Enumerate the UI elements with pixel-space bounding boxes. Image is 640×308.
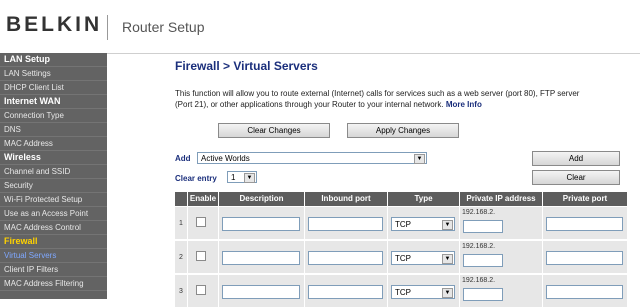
table-header-description: Description [219,192,305,206]
private-ip-prefix: 192.168.2. [462,277,496,284]
clear-button[interactable]: Clear [532,170,620,185]
sidebar-item-connection-type[interactable]: Connection Type [0,109,107,123]
private-ip-input[interactable] [463,254,503,267]
table-cell [219,207,305,240]
table-header-type: Type [388,192,460,206]
chevron-down-icon[interactable]: ▼ [442,288,453,298]
clear-entry-select[interactable]: 1 ▼ [227,171,257,183]
private-port-input[interactable] [546,217,623,231]
row-number: 2 [175,241,188,274]
sidebar-section-firewall: Firewall [0,235,107,249]
sidebar-section-wireless: Wireless [0,151,107,165]
inbound-port-input[interactable] [308,217,383,231]
header-divider [107,15,108,40]
description-input[interactable] [222,217,300,231]
sidebar-item-channel-and-ssid[interactable]: Channel and SSID [0,165,107,179]
table-cell [305,275,388,308]
description-input[interactable] [222,251,300,265]
table-cell: TCP ▼ [388,207,460,240]
table-cell [188,241,219,274]
sidebar-section-internet-wan: Internet WAN [0,95,107,109]
private-ip-prefix: 192.168.2. [462,209,496,216]
sidebar-item-security[interactable]: Security [0,179,107,193]
table-cell [219,241,305,274]
page-description: This function will allow you to route ex… [175,88,595,110]
private-ip-input[interactable] [463,288,503,301]
app-title: Router Setup [122,19,205,35]
table-cell [543,241,628,274]
table-header-inbound-port: Inbound port [305,192,388,206]
apply-changes-button[interactable]: Apply Changes [347,123,459,138]
private-port-input[interactable] [546,285,623,299]
private-port-input[interactable] [546,251,623,265]
type-select[interactable]: TCP ▼ [391,217,455,231]
type-select[interactable]: TCP ▼ [391,285,455,299]
inbound-port-input[interactable] [308,285,383,299]
description-input[interactable] [222,285,300,299]
private-ip-prefix: 192.168.2. [462,243,496,250]
page-title: Firewall > Virtual Servers [175,59,318,73]
add-service-select-value: Active Worlds [201,154,250,163]
table-cell: 192.168.2. [460,275,543,308]
type-select-value: TCP [395,254,411,263]
sidebar-item-use-as-an-access-point[interactable]: Use as an Access Point [0,207,107,221]
table-cell: TCP ▼ [388,275,460,308]
table-cell [543,207,628,240]
private-ip-input[interactable] [463,220,503,233]
clear-changes-button[interactable]: Clear Changes [218,123,330,138]
sidebar-item-dns[interactable]: DNS [0,123,107,137]
table-header-enable: Enable [188,192,219,206]
sidebar-section-lan-setup: LAN Setup [0,53,107,67]
header: BELKIN Router Setup [0,0,640,54]
chevron-down-icon[interactable]: ▼ [244,173,255,183]
main-content: Firewall > Virtual Servers This function… [107,54,640,308]
sidebar-item-mac-address-control[interactable]: MAC Address Control [0,221,107,235]
sidebar-item-client-ip-filters[interactable]: Client IP Filters [0,263,107,277]
table-cell [305,207,388,240]
table-header: Enable Description Inbound port Type Private… [175,192,628,206]
sidebar-item-lan-settings[interactable]: LAN Settings [0,67,107,81]
inbound-port-input[interactable] [308,251,383,265]
clear-entry-select-value: 1 [231,173,236,182]
sidebar-item-mac-address[interactable]: MAC Address [0,137,107,151]
description-text: This function will allow you to route ex… [175,89,580,109]
add-label: Add [175,154,191,163]
enable-checkbox[interactable] [196,251,206,261]
table-header-num [175,192,188,206]
sidebar-item-mac-address-filtering[interactable]: MAC Address Filtering [0,277,107,291]
table-cell [543,275,628,308]
table-cell [305,241,388,274]
table-header-private-ip-address: Private IP address [460,192,543,206]
chevron-down-icon[interactable]: ▼ [442,220,453,230]
add-service-select[interactable]: Active Worlds ▼ [197,152,427,164]
table-cell [219,275,305,308]
add-button[interactable]: Add [532,151,620,166]
enable-checkbox[interactable] [196,217,206,227]
sidebar-item-virtual-servers[interactable]: Virtual Servers [0,249,107,263]
type-select-value: TCP [395,288,411,297]
table-cell: TCP ▼ [388,241,460,274]
more-info-link[interactable]: More Info [446,100,482,109]
enable-checkbox[interactable] [196,285,206,295]
sidebar-item-wi-fi-protected-setup[interactable]: Wi-Fi Protected Setup [0,193,107,207]
table-row: 1 TCP ▼ 192.168.2. [175,207,628,240]
sidebar-item-dhcp-client-list[interactable]: DHCP Client List [0,81,107,95]
sidebar: LAN Setup LAN Settings DHCP Client List Int… [0,53,107,299]
chevron-down-icon[interactable]: ▼ [442,254,453,264]
table-cell: 192.168.2. [460,241,543,274]
type-select-value: TCP [395,220,411,229]
row-number: 1 [175,207,188,240]
chevron-down-icon[interactable]: ▼ [414,154,425,164]
table-cell: 192.168.2. [460,207,543,240]
table-row: 3 TCP ▼ 192.168.2. [175,275,628,308]
table-header-private-port: Private port [543,192,628,206]
belkin-logo: BELKIN [6,13,103,36]
clear-entry-label: Clear entry [175,174,217,183]
row-number: 3 [175,275,188,308]
type-select[interactable]: TCP ▼ [391,251,455,265]
table-row: 2 TCP ▼ 192.168.2. [175,241,628,274]
table-cell [188,207,219,240]
table-cell [188,275,219,308]
